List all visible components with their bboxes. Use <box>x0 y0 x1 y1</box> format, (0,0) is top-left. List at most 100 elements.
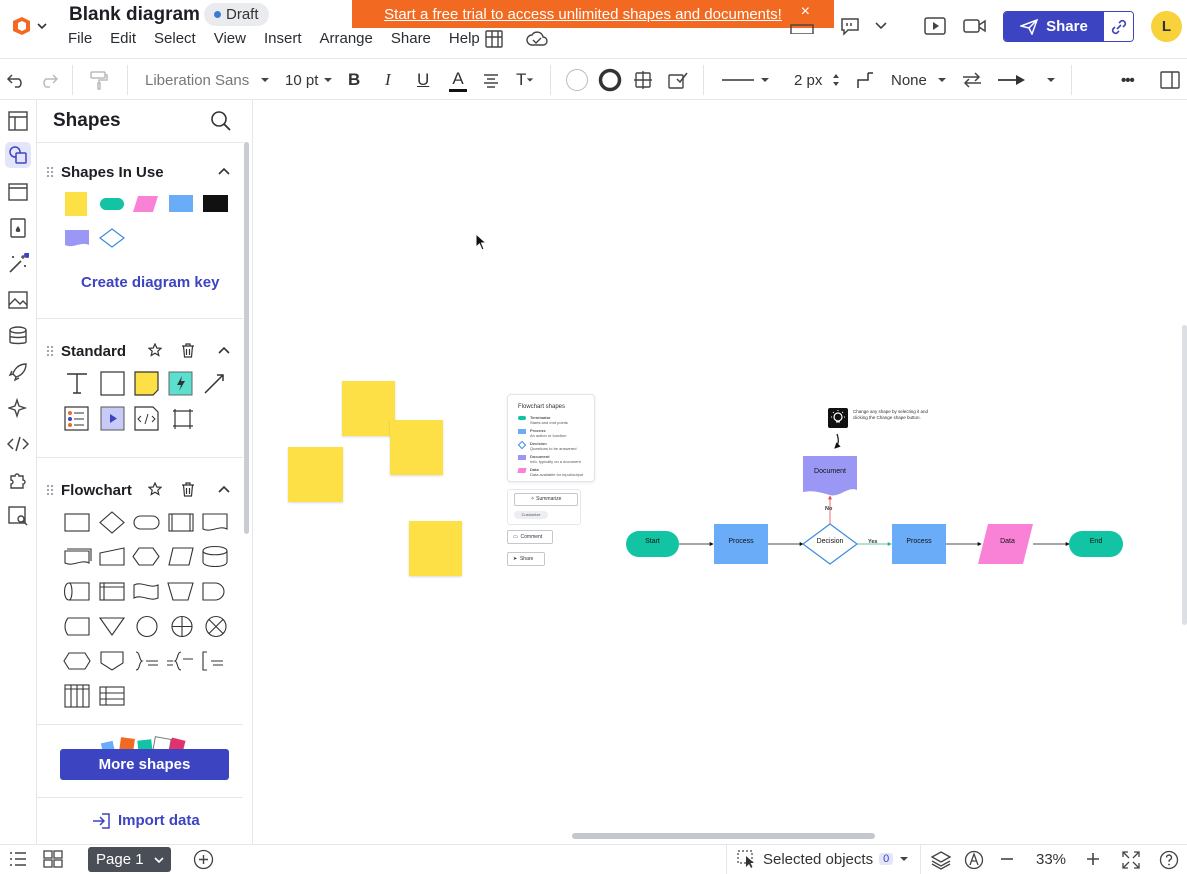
shape-options-button[interactable] <box>633 59 653 101</box>
shape-fc-decision[interactable] <box>99 511 125 534</box>
shape-sticky-note[interactable] <box>134 371 159 396</box>
font-family-select[interactable]: Liberation Sans <box>145 59 270 101</box>
share-button[interactable]: Share <box>1004 12 1104 41</box>
collapse-section-icon[interactable] <box>217 166 231 176</box>
sparkles-icon[interactable] <box>5 395 31 421</box>
shape-fc-predefined[interactable] <box>168 513 194 532</box>
shape-fc-off-page[interactable] <box>100 651 124 671</box>
search-shapes-icon[interactable] <box>210 110 232 132</box>
trial-banner[interactable]: Start a free trial to access unlimited s… <box>352 0 834 28</box>
copy-link-button[interactable] <box>1104 12 1133 41</box>
fit-to-screen-icon[interactable] <box>1121 850 1141 870</box>
page-list-icon[interactable] <box>9 851 27 867</box>
page-tab-1[interactable]: Page 1 <box>88 847 171 872</box>
shape-fc-tape[interactable] <box>133 583 159 600</box>
italic-button[interactable]: I <box>385 59 391 101</box>
integrations-icon[interactable] <box>484 29 504 49</box>
shape-fc-process[interactable] <box>64 513 90 532</box>
image-icon[interactable] <box>5 287 31 313</box>
shapes-icon[interactable] <box>5 142 31 168</box>
shape-frame[interactable] <box>173 409 193 429</box>
shape-fc-multi-document[interactable] <box>64 548 92 565</box>
shape-document[interactable] <box>65 230 89 247</box>
create-diagram-key-link[interactable]: Create diagram key <box>81 274 219 291</box>
shape-fc-manual-input[interactable] <box>99 547 125 566</box>
sticky-note[interactable] <box>288 447 343 502</box>
menu-file[interactable]: File <box>68 30 92 47</box>
shape-fc-data[interactable] <box>168 547 194 566</box>
status-badge[interactable]: Draft <box>204 3 269 26</box>
line-end-select[interactable] <box>998 59 1056 101</box>
shape-fc-annotation-brace-left[interactable] <box>167 651 193 671</box>
more-shapes-button[interactable]: More shapes <box>60 749 229 780</box>
page-grid-icon[interactable] <box>43 850 63 868</box>
video-call-icon[interactable] <box>963 17 987 35</box>
rocket-icon[interactable] <box>5 359 31 385</box>
magic-wand-icon[interactable] <box>5 251 31 277</box>
shape-fc-stored-data[interactable] <box>64 617 90 636</box>
favorite-star-icon[interactable] <box>148 482 162 496</box>
line-start-select[interactable]: None <box>891 59 947 101</box>
play-presentation-icon[interactable] <box>924 16 946 36</box>
menu-edit[interactable]: Edit <box>110 30 136 47</box>
drag-handle-icon[interactable] <box>46 166 54 178</box>
shape-fc-database[interactable] <box>202 545 228 568</box>
sticky-note[interactable] <box>390 420 443 475</box>
shape-data[interactable] <box>133 196 158 212</box>
customize-chip[interactable]: Customize <box>514 511 548 519</box>
chevron-down-icon[interactable] <box>874 20 888 32</box>
line-color-button[interactable] <box>598 59 622 101</box>
add-page-icon[interactable] <box>193 849 214 870</box>
bold-button[interactable]: B <box>348 59 360 101</box>
line-style-select[interactable] <box>722 59 770 101</box>
cloud-saved-icon[interactable] <box>526 30 548 48</box>
shape-fc-delay[interactable] <box>202 582 225 601</box>
image-search-icon[interactable] <box>5 503 31 529</box>
code-icon[interactable] <box>5 431 31 457</box>
undo-button[interactable] <box>6 59 26 101</box>
collapse-section-icon[interactable] <box>217 345 231 355</box>
text-align-button[interactable] <box>482 59 500 101</box>
redo-button[interactable] <box>39 59 59 101</box>
shape-process[interactable] <box>169 195 193 212</box>
trash-icon[interactable] <box>181 482 195 497</box>
fill-color-button[interactable] <box>565 59 589 101</box>
zoom-level[interactable]: 33% <box>1036 851 1066 868</box>
comment-button[interactable]: ▭ Comment <box>507 530 553 544</box>
panel-scrollbar[interactable] <box>244 142 249 534</box>
shape-arrow-line[interactable] <box>204 374 224 394</box>
shape-sticky-note[interactable] <box>65 192 87 216</box>
shape-decision[interactable] <box>99 228 125 248</box>
trial-banner-close-icon[interactable]: × <box>801 3 810 21</box>
diagram-canvas[interactable]: Flowchart shapes Terminator Starts and en… <box>253 100 1187 844</box>
toggle-right-panel-button[interactable] <box>1160 59 1180 101</box>
shape-fc-swimlane-horizontal[interactable] <box>99 686 125 706</box>
layers-icon[interactable] <box>931 850 951 870</box>
sticky-note[interactable] <box>342 381 395 436</box>
shape-fc-merge[interactable] <box>98 617 126 636</box>
shape-fc-connector[interactable] <box>136 615 158 638</box>
shape-fc-display[interactable] <box>63 652 91 670</box>
summarize-button[interactable]: ✧ Summarize <box>514 493 578 506</box>
menu-select[interactable]: Select <box>154 30 196 47</box>
drag-handle-icon[interactable] <box>46 345 54 357</box>
more-options-button[interactable]: ••• <box>1121 59 1135 101</box>
shape-text[interactable] <box>67 373 87 394</box>
line-routing-button[interactable] <box>855 59 875 101</box>
menu-insert[interactable]: Insert <box>264 30 302 47</box>
format-painter-button[interactable] <box>88 59 110 101</box>
shape-fc-annotation-bracket[interactable] <box>202 651 223 671</box>
conditional-formatting-button[interactable] <box>667 59 689 101</box>
templates-icon[interactable] <box>5 108 31 134</box>
user-avatar[interactable]: L <box>1151 11 1182 42</box>
flowchart-shapes-card[interactable]: Flowchart shapes Terminator Starts and en… <box>507 394 595 482</box>
document-title[interactable]: Blank diagram <box>69 4 200 26</box>
menu-share[interactable]: Share <box>391 30 431 47</box>
import-data-button[interactable]: Import data <box>92 812 200 829</box>
collapse-section-icon[interactable] <box>217 484 231 494</box>
shape-rectangle[interactable] <box>100 371 125 396</box>
underline-button[interactable]: U <box>417 59 429 101</box>
frames-icon[interactable] <box>5 179 31 205</box>
shape-fc-preparation[interactable] <box>132 547 160 566</box>
swap-endpoints-button[interactable] <box>961 59 983 101</box>
